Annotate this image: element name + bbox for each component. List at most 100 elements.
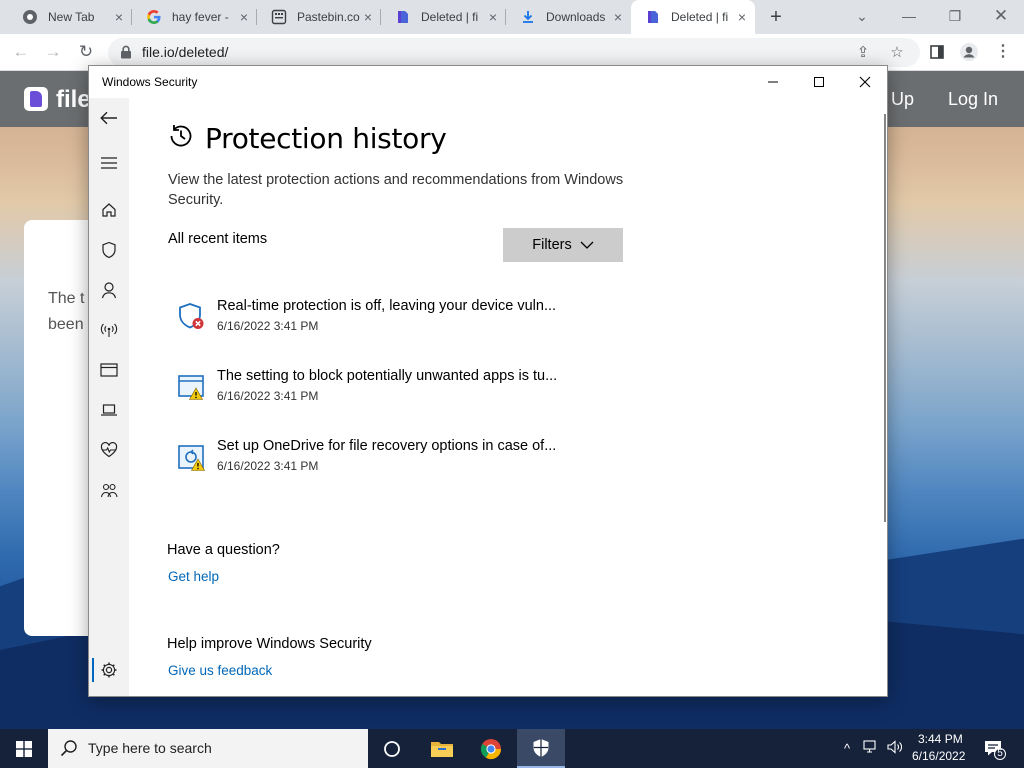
notification-count: 5 bbox=[997, 748, 1003, 759]
history-item[interactable]: The setting to block potentially unwante… bbox=[177, 368, 637, 412]
page-title: Protection history bbox=[205, 122, 447, 155]
chevron-up-icon[interactable]: ^ bbox=[838, 740, 856, 758]
tab-title: Deleted | fi bbox=[671, 10, 729, 24]
side-panel-icon[interactable] bbox=[926, 41, 948, 63]
bookmark-star-icon[interactable]: ☆ bbox=[888, 44, 906, 62]
filters-button[interactable]: Filters bbox=[503, 228, 623, 262]
card-text: been bbox=[48, 316, 84, 333]
chrome-taskbar-button[interactable] bbox=[467, 729, 515, 768]
history-item-date: 6/16/2022 3:41 PM bbox=[217, 389, 319, 403]
chevron-down-icon bbox=[580, 241, 594, 249]
tab-title: Downloads bbox=[546, 10, 606, 24]
clock-time[interactable]: 3:44 PM bbox=[918, 732, 963, 746]
windows-taskbar: Type here to search ^ 3:44 PM 6/16/2022 … bbox=[0, 729, 1024, 768]
address-bar[interactable]: file.io/deleted/ ⇪ ☆ bbox=[108, 38, 920, 67]
active-indicator bbox=[92, 658, 94, 682]
tab-search-icon[interactable]: ⌄ bbox=[850, 4, 874, 28]
window-maximize-button[interactable] bbox=[796, 66, 842, 98]
start-button[interactable] bbox=[0, 729, 48, 768]
close-tab-icon[interactable]: × bbox=[112, 10, 126, 24]
url-text: file.io/deleted/ bbox=[142, 44, 229, 60]
window-title: Windows Security bbox=[102, 75, 198, 89]
app-browser-control-icon[interactable] bbox=[97, 358, 121, 382]
chrome-icon bbox=[480, 738, 502, 759]
history-item[interactable]: Real-time protection is off, leaving you… bbox=[177, 298, 637, 342]
browser-tab[interactable]: Deleted | fi × bbox=[381, 0, 506, 34]
window-minimize-button[interactable] bbox=[750, 66, 796, 98]
history-item-text: Set up OneDrive for file recovery option… bbox=[217, 438, 557, 454]
lock-icon[interactable] bbox=[120, 45, 132, 64]
folder-icon bbox=[431, 741, 453, 757]
history-item[interactable]: Set up OneDrive for file recovery option… bbox=[177, 438, 637, 482]
windows-security-window: Windows Security Protection history View… bbox=[88, 65, 888, 697]
forward-icon[interactable]: → bbox=[42, 41, 64, 63]
close-tab-icon[interactable]: × bbox=[735, 10, 749, 24]
settings-gear-icon[interactable] bbox=[97, 658, 121, 682]
home-icon[interactable] bbox=[97, 198, 121, 222]
browser-tab-strip: New Tab × hay fever - × Pastebin.co × De… bbox=[0, 0, 1024, 34]
feedback-link[interactable]: Give us feedback bbox=[168, 663, 272, 678]
site-name[interactable]: file bbox=[56, 86, 91, 114]
fileio-icon bbox=[395, 9, 411, 25]
close-tab-icon[interactable]: × bbox=[611, 10, 625, 24]
card-text: The t bbox=[48, 290, 85, 307]
browser-tab[interactable]: Pastebin.co × bbox=[257, 0, 381, 34]
minimize-icon bbox=[768, 81, 778, 83]
history-item-text: The setting to block potentially unwante… bbox=[217, 368, 558, 384]
account-protection-icon[interactable] bbox=[97, 278, 121, 302]
family-options-icon[interactable] bbox=[97, 478, 121, 502]
new-tab-icon[interactable]: + bbox=[766, 7, 786, 27]
history-item-date: 6/16/2022 3:41 PM bbox=[217, 459, 319, 473]
fileio-icon bbox=[645, 9, 661, 25]
window-titlebar[interactable]: Windows Security bbox=[89, 66, 887, 98]
file-explorer-button[interactable] bbox=[418, 729, 466, 768]
site-logo-icon[interactable] bbox=[24, 87, 48, 111]
browser-tab[interactable]: New Tab × bbox=[8, 0, 132, 34]
profile-avatar-icon[interactable] bbox=[958, 41, 980, 63]
security-sidebar bbox=[89, 98, 129, 696]
virus-protection-shield-icon[interactable] bbox=[97, 238, 121, 262]
recovery-warning-icon bbox=[177, 442, 207, 474]
menu-kebab-icon[interactable]: ⋮ bbox=[992, 41, 1014, 63]
browser-tab[interactable]: Downloads × bbox=[506, 0, 631, 34]
windows-security-taskbar-button[interactable] bbox=[517, 729, 565, 768]
clock-date[interactable]: 6/16/2022 bbox=[912, 749, 965, 763]
shield-error-icon bbox=[177, 302, 207, 334]
tab-title: New Tab bbox=[48, 10, 95, 24]
signup-link[interactable]: Up bbox=[891, 89, 914, 110]
shield-icon bbox=[533, 738, 549, 757]
improve-heading: Help improve Windows Security bbox=[167, 636, 372, 652]
task-view-button[interactable] bbox=[368, 729, 416, 768]
network-icon[interactable] bbox=[862, 740, 880, 758]
hamburger-menu-icon[interactable] bbox=[97, 151, 121, 175]
device-security-laptop-icon[interactable] bbox=[97, 398, 121, 422]
login-link[interactable]: Log In bbox=[948, 89, 998, 110]
volume-icon[interactable] bbox=[886, 740, 904, 758]
windows-logo-icon bbox=[16, 740, 32, 757]
back-arrow-icon[interactable] bbox=[97, 106, 121, 130]
device-health-heart-icon[interactable] bbox=[97, 438, 121, 462]
google-icon bbox=[146, 9, 162, 25]
minimize-icon[interactable]: — bbox=[897, 4, 921, 28]
back-icon[interactable]: ← bbox=[10, 41, 32, 63]
task-view-icon bbox=[384, 740, 400, 757]
window-close-button[interactable] bbox=[842, 66, 888, 98]
browser-tab-active[interactable]: Deleted | fi × bbox=[631, 0, 755, 34]
maximize-icon bbox=[814, 77, 824, 87]
close-icon[interactable]: ✕ bbox=[989, 4, 1013, 28]
reload-icon[interactable]: ↻ bbox=[75, 41, 97, 63]
close-tab-icon[interactable]: × bbox=[486, 10, 500, 24]
close-tab-icon[interactable]: × bbox=[361, 10, 375, 24]
notification-center-button[interactable]: 5 bbox=[982, 737, 1006, 761]
get-help-link[interactable]: Get help bbox=[168, 569, 219, 584]
page-description: View the latest protection actions and r… bbox=[168, 172, 624, 208]
close-tab-icon[interactable]: × bbox=[237, 10, 251, 24]
history-item-text: Real-time protection is off, leaving you… bbox=[217, 298, 557, 314]
share-icon[interactable]: ⇪ bbox=[854, 44, 872, 62]
scrollbar[interactable] bbox=[884, 114, 886, 522]
tab-title: Deleted | fi bbox=[421, 10, 479, 24]
firewall-network-icon[interactable] bbox=[97, 318, 121, 342]
taskbar-search-box[interactable]: Type here to search bbox=[48, 729, 368, 768]
restore-icon[interactable]: ❐ bbox=[943, 4, 967, 28]
browser-tab[interactable]: hay fever - × bbox=[132, 0, 257, 34]
